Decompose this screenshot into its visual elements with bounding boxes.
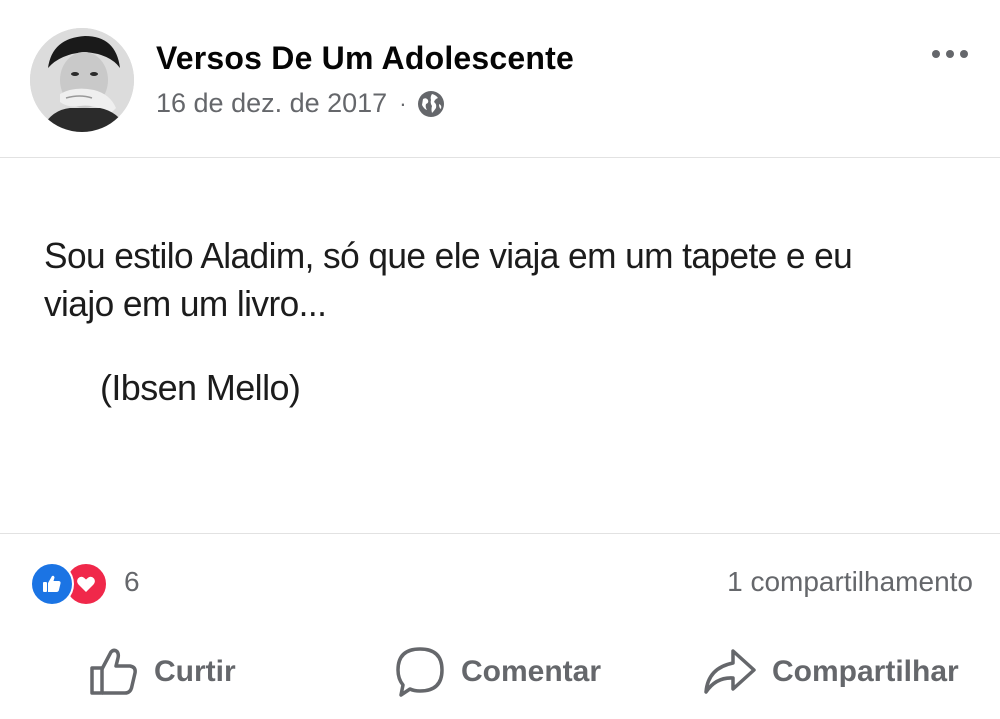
like-button[interactable]: Curtir [88, 640, 236, 704]
globe-icon [417, 90, 445, 118]
share-count[interactable]: 1 compartilhamento [727, 566, 973, 598]
reaction-icons[interactable] [30, 562, 116, 606]
share-button[interactable]: Compartilhar [702, 640, 959, 704]
post-header: Versos De Um Adolescente 16 de dez. de 2… [0, 0, 1000, 157]
post-date[interactable]: 16 de dez. de 2017 [156, 88, 387, 119]
quote-text: Sou estilo Aladim, só que ele viaja em u… [44, 235, 853, 324]
post-image[interactable]: Sou estilo Aladim, só que ele viaja em u… [0, 158, 1000, 533]
share-arrow-icon [702, 646, 758, 698]
more-options-icon[interactable] [928, 44, 972, 64]
post-meta: 16 de dez. de 2017 · [156, 88, 445, 119]
like-reaction-icon [30, 562, 74, 606]
comment-label: Comentar [461, 655, 602, 688]
quote-attribution: (Ibsen Mello) [100, 367, 301, 408]
reactions-summary: 6 1 compartilhamento [0, 560, 1000, 608]
body-divider [0, 533, 1000, 534]
share-label: Compartilhar [772, 655, 959, 688]
like-label: Curtir [154, 655, 236, 688]
avatar-photo [30, 28, 134, 132]
avatar[interactable] [30, 28, 134, 132]
comment-bubble-icon [393, 645, 447, 699]
comment-button[interactable]: Comentar [393, 640, 601, 704]
meta-separator: · [399, 90, 407, 116]
thumbs-up-icon [88, 646, 140, 698]
action-bar: Curtir Comentar Compartilhar [0, 640, 1000, 710]
reaction-count[interactable]: 6 [124, 566, 140, 598]
author-name[interactable]: Versos De Um Adolescente [156, 40, 574, 77]
